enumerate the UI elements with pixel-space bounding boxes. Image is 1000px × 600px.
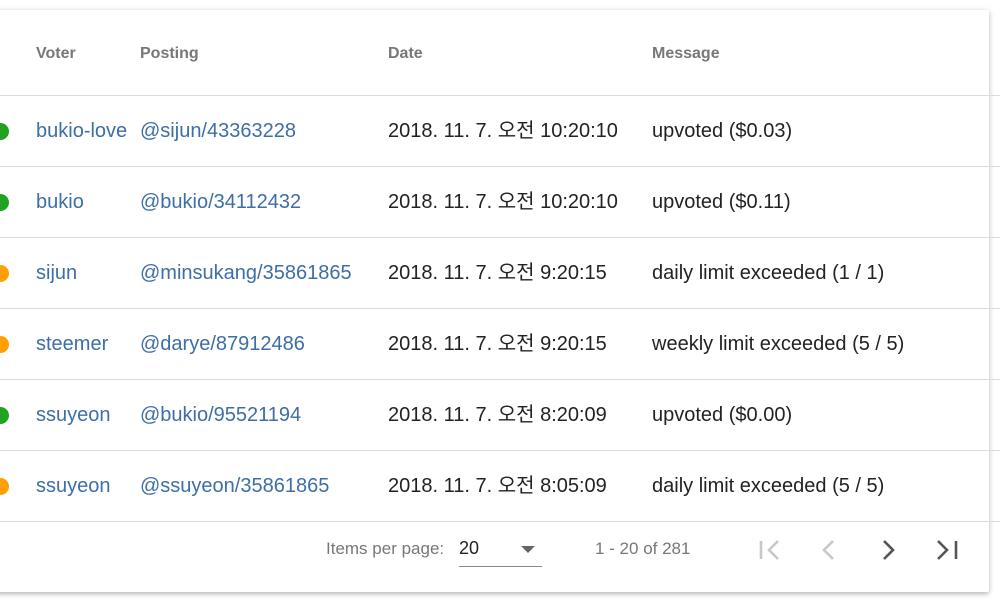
status-dot-icon (0, 194, 9, 211)
last-page-button[interactable] (929, 529, 965, 571)
status-dot-icon (0, 407, 9, 424)
voter-link[interactable]: bukio-love (36, 96, 127, 167)
chevron-right-icon (883, 540, 895, 560)
message-cell: upvoted ($0.03) (652, 120, 793, 142)
table-row: bukio @bukio/34112432 2018. 11. 7. 오전 10:2… (0, 167, 1000, 238)
message-cell: upvoted ($0.00) (652, 404, 793, 426)
date-cell: 2018. 11. 7. 오전 9:20:15 (388, 333, 607, 355)
page-range-label: 1 - 20 of 281 (595, 539, 691, 558)
posting-link[interactable]: @bukio/34112432 (140, 167, 301, 238)
dropdown-arrow-icon (521, 546, 535, 553)
date-cell: 2018. 11. 7. 오전 8:20:09 (388, 404, 607, 426)
date-cell: 2018. 11. 7. 오전 9:20:15 (388, 262, 607, 284)
items-per-page-value: 20 (459, 538, 480, 558)
paginator: Items per page: 20 1 - 20 of 281 (0, 509, 1000, 591)
voter-link[interactable]: ssuyeon (36, 380, 111, 451)
table-row: steemer @darye/87912486 2018. 11. 7. 오전 9:… (0, 309, 1000, 380)
posting-link[interactable]: @minsukang/35861865 (140, 238, 352, 309)
column-header-message[interactable]: Message (652, 10, 720, 96)
table-row: bukio-love @sijun/43363228 2018. 11. 7. 오전… (0, 96, 1000, 167)
date-cell: 2018. 11. 7. 오전 10:20:10 (388, 120, 618, 142)
table-row: ssuyeon @bukio/95521194 2018. 11. 7. 오전 8:… (0, 380, 1000, 451)
posting-link[interactable]: @darye/87912486 (140, 309, 305, 380)
first-page-button[interactable] (752, 529, 788, 571)
table-header: Voter Posting Date Message (0, 10, 1000, 96)
posting-link[interactable]: @sijun/43363228 (140, 96, 296, 167)
status-dot-icon (0, 265, 9, 282)
status-dot-icon (0, 336, 9, 353)
items-per-page-select[interactable]: 20 (459, 533, 542, 567)
next-page-button[interactable] (870, 529, 906, 571)
voter-link[interactable]: steemer (36, 309, 108, 380)
message-cell: daily limit exceeded (1 / 1) (652, 262, 885, 284)
chevron-left-icon (822, 540, 834, 560)
message-cell: upvoted ($0.11) (652, 191, 791, 213)
first-page-icon (759, 540, 779, 560)
posting-link[interactable]: @bukio/95521194 (140, 380, 301, 451)
column-header-voter[interactable]: Voter (36, 10, 76, 96)
items-per-page-label: Items per page: (326, 539, 445, 558)
status-dot-icon (0, 123, 9, 140)
table-row: sijun @minsukang/35861865 2018. 11. 7. 오전 … (0, 238, 1000, 309)
message-cell: weekly limit exceeded (5 / 5) (652, 333, 905, 355)
voter-link[interactable]: sijun (36, 238, 77, 309)
previous-page-button[interactable] (811, 529, 847, 571)
status-dot-icon (0, 478, 9, 495)
voter-link[interactable]: bukio (36, 167, 84, 238)
last-page-icon (937, 540, 958, 560)
date-cell: 2018. 11. 7. 오전 10:20:10 (388, 191, 618, 213)
column-header-date[interactable]: Date (388, 10, 423, 96)
column-header-posting[interactable]: Posting (140, 10, 199, 96)
